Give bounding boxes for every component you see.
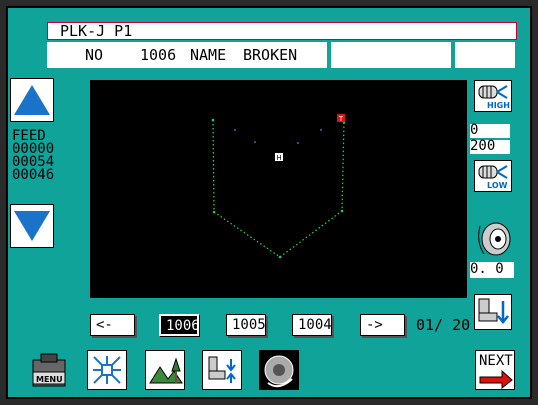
expand-icon [93, 356, 121, 384]
next-icon [479, 369, 513, 389]
pattern-item-1005[interactable]: 1005 [226, 314, 266, 336]
pattern-prev-button[interactable]: <- [90, 314, 135, 336]
info-blank [331, 42, 451, 68]
feed-points [234, 129, 322, 144]
wheel-icon [264, 355, 294, 388]
info-bar: NO 1006 NAME BROKEN [47, 42, 327, 68]
speed-max: 200 [470, 139, 510, 154]
down-arrow-icon [14, 211, 50, 241]
screen-frame: PLK-J P1 NO 1006 NAME BROKEN FEED 00000 … [0, 0, 538, 405]
landscape-button[interactable] [145, 350, 185, 390]
speed-low-button[interactable]: LOW [474, 160, 512, 192]
pattern-preview: T H [90, 80, 467, 298]
speed-value: 0 [470, 123, 510, 138]
pattern-title: PLK-J P1 [47, 22, 517, 40]
no-label: NO [85, 46, 104, 64]
next-label: NEXT [479, 353, 513, 369]
pattern-move-icon [478, 298, 509, 324]
pattern-item-1004[interactable]: 1004 [292, 314, 332, 336]
stitch-points [211, 118, 346, 259]
next-button[interactable]: NEXT [475, 350, 515, 390]
feed-value-3: 00046 [12, 167, 55, 183]
no-value: 1006 [140, 46, 177, 64]
menu-label: MENU [36, 375, 63, 384]
speed-low-label: LOW [487, 181, 508, 190]
scroll-down-button[interactable] [10, 204, 54, 248]
speed-high-label: HIGH [487, 101, 510, 110]
name-label: NAME [190, 46, 227, 64]
thread-tension-button[interactable] [474, 214, 512, 260]
expand-button[interactable] [87, 350, 127, 390]
pattern-item-1006[interactable]: 1006 [159, 314, 200, 336]
wheel-button[interactable] [259, 350, 299, 390]
clamp-button[interactable] [202, 350, 242, 390]
info-blank-2 [455, 42, 515, 68]
tension-value: 0. 0 [470, 262, 514, 278]
clamp-icon [208, 356, 236, 383]
scroll-up-button[interactable] [10, 78, 54, 122]
start-marker-label: T [338, 115, 344, 123]
thread-tension-icon [478, 222, 511, 256]
menu-icon [32, 353, 66, 387]
speed-high-button[interactable]: HIGH [474, 80, 512, 112]
pattern-next-button[interactable]: -> [360, 314, 405, 336]
landscape-icon [149, 357, 183, 384]
panel: PLK-J P1 NO 1006 NAME BROKEN FEED 00000 … [6, 6, 532, 399]
page-indicator: 01/ 20 [416, 316, 471, 334]
stitch-path: T H [211, 114, 346, 259]
home-marker-label: H [276, 154, 281, 162]
up-arrow-icon [14, 85, 50, 115]
name-value: BROKEN [243, 46, 298, 64]
pattern-move-button[interactable] [474, 294, 512, 330]
menu-button[interactable]: MENU [29, 350, 69, 390]
